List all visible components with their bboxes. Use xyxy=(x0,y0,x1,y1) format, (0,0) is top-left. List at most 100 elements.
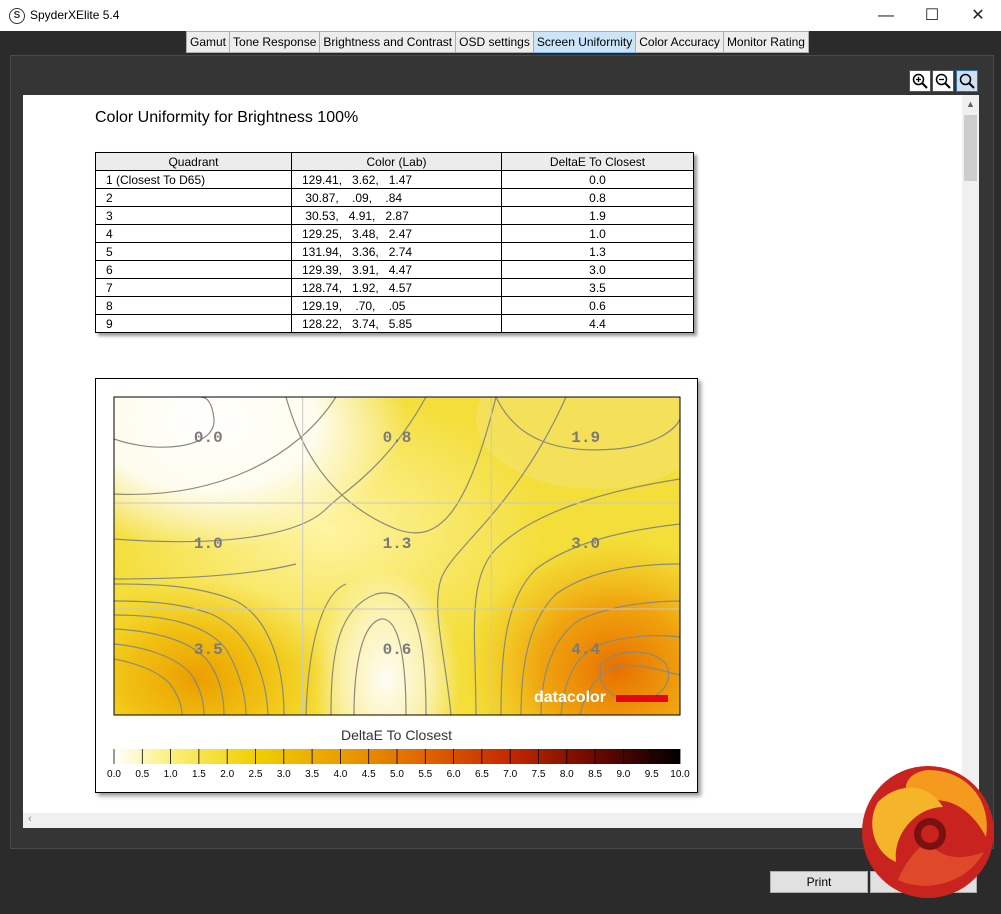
scale-tick-label: 7.0 xyxy=(503,769,517,780)
table-row: 1 (Closest To D65) 129.41, 3.62, 1.47 0.0 xyxy=(95,170,694,189)
quadrant-cell: 3 xyxy=(95,206,292,225)
report-tabs: Gamut Tone Response Brightness and Contr… xyxy=(186,31,809,53)
vertical-scroll-thumb[interactable] xyxy=(964,115,977,181)
quadrant-cell: 8 xyxy=(95,296,292,315)
table-row: 2 30.87, .09, .84 0.8 xyxy=(95,188,694,207)
scale-tick-label: 0.0 xyxy=(107,769,121,780)
table-row: 3 30.53, 4.91, 2.87 1.9 xyxy=(95,206,694,225)
scroll-up-icon[interactable]: ▲ xyxy=(966,99,975,109)
zoom-in-icon xyxy=(912,73,928,89)
scale-tick-label: 5.0 xyxy=(390,769,404,780)
app-logo-icon: S xyxy=(9,8,25,24)
deltae-cell: 1.0 xyxy=(501,224,694,243)
scale-tick-label: 10.0 xyxy=(670,769,690,780)
report-title: Color Uniformity for Brightness 100% xyxy=(95,109,359,126)
scale-tick-label: 3.0 xyxy=(277,769,291,780)
tab-brightness-contrast[interactable]: Brightness and Contrast xyxy=(319,31,457,53)
color-lab-cell: 30.87, .09, .84 xyxy=(291,188,502,207)
logo-red-bar xyxy=(616,695,668,702)
scale-tick-label: 9.0 xyxy=(616,769,630,780)
color-lab-cell: 129.41, 3.62, 1.47 xyxy=(291,170,502,189)
deltae-cell: 1.9 xyxy=(501,206,694,225)
scale-tick-label: 8.0 xyxy=(560,769,574,780)
deltae-cell: 4.4 xyxy=(501,314,694,333)
table-row: 8 129.19, .70, .05 0.6 xyxy=(95,296,694,315)
heatmap-cell-label: 1.0 xyxy=(194,535,223,553)
zoom-fit-button[interactable] xyxy=(956,70,978,92)
deltae-cell: 0.0 xyxy=(501,170,694,189)
tab-osd-settings[interactable]: OSD settings xyxy=(455,31,534,53)
header-quadrant: Quadrant xyxy=(95,152,292,171)
close-button[interactable]: ✕ xyxy=(955,0,1001,31)
quadrant-cell: 7 xyxy=(95,278,292,297)
report-viewport: Color Uniformity for Brightness 100% Qua… xyxy=(23,95,963,813)
scale-tick-label: 4.0 xyxy=(333,769,347,780)
scale-tick-label: 5.5 xyxy=(418,769,432,780)
deltae-cell: 3.5 xyxy=(501,278,694,297)
table-row: 4 129.25, 3.48, 2.47 1.0 xyxy=(95,224,694,243)
vertical-scrollbar[interactable]: ▲ xyxy=(962,95,979,813)
scale-tick-label: 9.5 xyxy=(645,769,659,780)
scale-tick-label: 1.5 xyxy=(192,769,206,780)
title-bar: S SpyderXElite 5.4 — ☐ ✕ xyxy=(0,0,1001,31)
color-lab-cell: 129.39, 3.91, 4.47 xyxy=(291,260,502,279)
tab-gamut[interactable]: Gamut xyxy=(186,31,231,53)
scale-tick-label: 3.5 xyxy=(305,769,319,780)
table-row: 9 128.22, 3.74, 5.85 4.4 xyxy=(95,314,694,333)
scale-tick-label: 6.0 xyxy=(447,769,461,780)
zoom-out-icon xyxy=(935,73,951,89)
scale-tick-label: 0.5 xyxy=(135,769,149,780)
print-button[interactable]: Print xyxy=(770,871,868,893)
scale-tick-label: 1.0 xyxy=(164,769,178,780)
tab-tone-response[interactable]: Tone Response xyxy=(229,31,321,53)
window-title: SpyderXElite 5.4 xyxy=(30,8,120,22)
tab-monitor-rating[interactable]: Monitor Rating xyxy=(722,31,809,53)
minimize-button[interactable]: — xyxy=(863,0,909,31)
scroll-left-icon[interactable]: ‹ xyxy=(28,813,32,825)
color-lab-cell: 128.22, 3.74, 5.85 xyxy=(291,314,502,333)
deltae-cell: 0.8 xyxy=(501,188,694,207)
quadrant-cell: 1 (Closest To D65) xyxy=(95,170,292,189)
scale-tick-label: 2.0 xyxy=(220,769,234,780)
header-deltae: DeltaE To Closest xyxy=(501,152,694,171)
quadrant-cell: 9 xyxy=(95,314,292,333)
heatmap-cell-label: 4.4 xyxy=(571,641,600,659)
scale-tick-label: 2.5 xyxy=(249,769,263,780)
deltae-cell: 3.0 xyxy=(501,260,694,279)
zoom-fit-icon xyxy=(959,73,975,89)
color-lab-cell: 128.74, 1.92, 4.57 xyxy=(291,278,502,297)
heatmap-cell-label: 0.0 xyxy=(194,429,223,447)
header-color-lab: Color (Lab) xyxy=(291,152,502,171)
quadrant-cell: 5 xyxy=(95,242,292,261)
color-lab-cell: 30.53, 4.91, 2.87 xyxy=(291,206,502,225)
maximize-button[interactable]: ☐ xyxy=(909,0,955,31)
uniformity-chart: 0.0 0.8 1.9 1.0 1.3 3.0 3.5 0.6 4.4 datacolor 0.… xyxy=(95,378,698,793)
deltae-cell: 1.3 xyxy=(501,242,694,261)
scale-tick-label: 8.5 xyxy=(588,769,602,780)
heatmap-cell-label: 0.6 xyxy=(383,641,412,659)
legend-title: DeltaE To Closest xyxy=(340,727,452,743)
scale-tick-label: 7.5 xyxy=(532,769,546,780)
scale-tick-label: 6.5 xyxy=(475,769,489,780)
scale-tick-label: 4.5 xyxy=(362,769,376,780)
site-watermark-logo xyxy=(862,766,994,898)
color-lab-cell: 129.19, .70, .05 xyxy=(291,296,502,315)
table-row: 7 128.74, 1.92, 4.57 3.5 xyxy=(95,278,694,297)
heatmap-cell-label: 3.5 xyxy=(194,641,223,659)
table-row: 6 129.39, 3.91, 4.47 3.0 xyxy=(95,260,694,279)
table-row: 5 131.94, 3.36, 2.74 1.3 xyxy=(95,242,694,261)
tab-color-accuracy[interactable]: Color Accuracy xyxy=(635,31,724,53)
heatmap-cell-label: 0.8 xyxy=(383,429,412,447)
heatmap-cell-label: 1.3 xyxy=(383,535,412,553)
zoom-out-button[interactable] xyxy=(932,70,954,92)
quadrant-table: Quadrant Color (Lab) DeltaE To Closest 1… xyxy=(95,152,694,333)
heatmap-cell-label: 3.0 xyxy=(571,535,600,553)
quadrant-cell: 6 xyxy=(95,260,292,279)
quadrant-cell: 2 xyxy=(95,188,292,207)
horizontal-scrollbar[interactable]: ‹ xyxy=(23,813,979,828)
tab-screen-uniformity[interactable]: Screen Uniformity xyxy=(532,31,637,53)
deltae-cell: 0.6 xyxy=(501,296,694,315)
zoom-in-button[interactable] xyxy=(909,70,931,92)
color-lab-cell: 129.25, 3.48, 2.47 xyxy=(291,224,502,243)
color-lab-cell: 131.94, 3.36, 2.74 xyxy=(291,242,502,261)
